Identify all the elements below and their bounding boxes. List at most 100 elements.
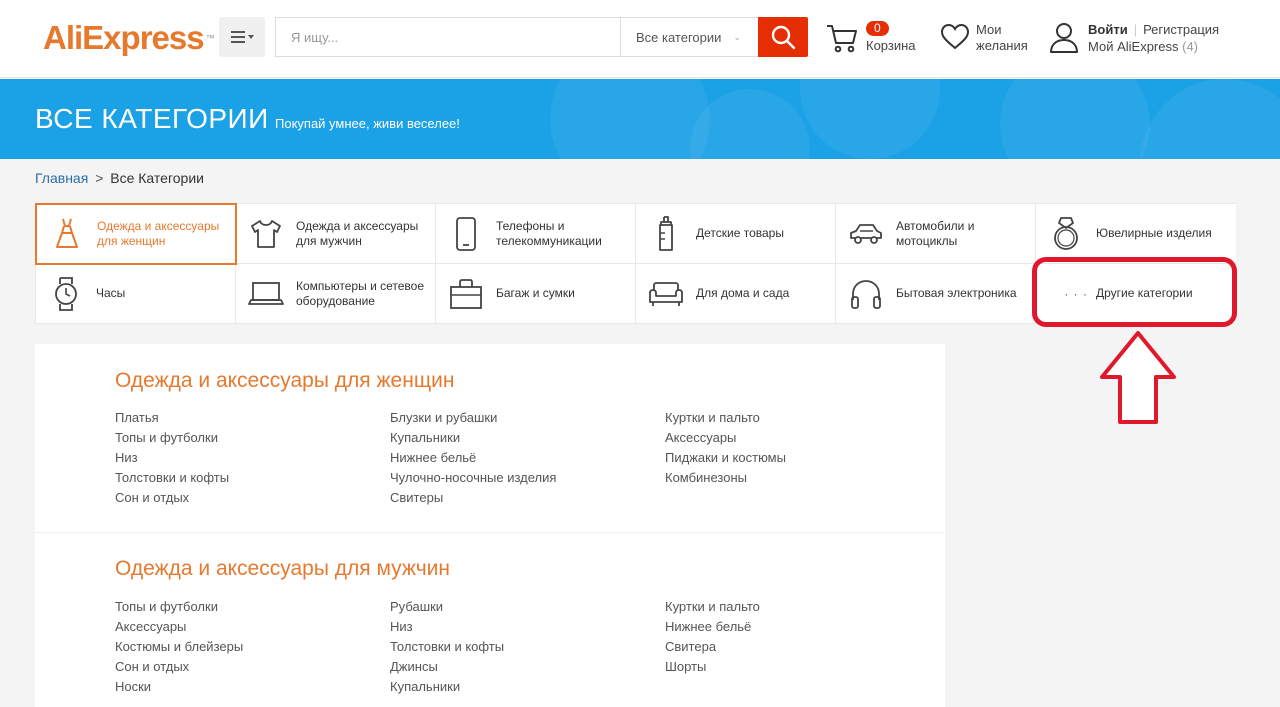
subcategory-link[interactable]: Нижнее бельё xyxy=(665,617,760,637)
subcategory-link[interactable]: Свитеры xyxy=(390,488,556,508)
subcategory-link[interactable]: Рубашки xyxy=(390,597,504,617)
subcategory-link[interactable]: Аксессуары xyxy=(665,428,786,448)
category-home-garden[interactable]: Для дома и сада xyxy=(636,264,836,324)
banner-decoration xyxy=(690,89,810,159)
subcategory-link[interactable]: Топы и футболки xyxy=(115,428,229,448)
cart-label: Корзина xyxy=(866,38,916,53)
car-icon xyxy=(850,223,882,244)
subcategory-link[interactable]: Свитера xyxy=(665,637,760,657)
breadcrumb-separator: > xyxy=(95,170,104,186)
subcategory-link[interactable]: Аксессуары xyxy=(115,617,243,637)
section-title[interactable]: Одежда и аксессуары для мужчин xyxy=(115,557,450,581)
category-label: Одежда и аксессуары для мужчин xyxy=(296,218,419,248)
subcategory-column: Куртки и пальто Аксессуары Пиджаки и кос… xyxy=(665,408,786,488)
section-women-clothing: Одежда и аксессуары для женщин Платья То… xyxy=(35,344,945,532)
my-aliexpress-count: (4) xyxy=(1182,39,1199,54)
chevron-down-icon: ⌄ xyxy=(733,31,741,42)
subcategory-link[interactable]: Комбинезоны xyxy=(665,468,786,488)
search-bar: Все категории ⌄ xyxy=(275,17,758,57)
phone-icon xyxy=(456,216,476,251)
subcategory-column: Платья Топы и футболки Низ Толстовки и к… xyxy=(115,408,229,508)
subcategory-link[interactable]: Носки xyxy=(115,677,243,697)
subcategory-link[interactable]: Низ xyxy=(115,448,229,468)
category-auto[interactable]: Автомобили и мотоциклы xyxy=(836,204,1036,264)
aliexpress-logo[interactable]: AliExpress ™ xyxy=(43,19,215,57)
subcategory-link[interactable]: Нижнее бельё xyxy=(390,448,556,468)
subcategory-link[interactable]: Куртки и пальто xyxy=(665,597,760,617)
search-category-select[interactable]: Все категории ⌄ xyxy=(620,18,758,56)
category-label: Ювелирные изделия xyxy=(1096,226,1212,240)
category-label: Автомобили и мотоциклы xyxy=(896,218,975,248)
category-listing: Одежда и аксессуары для женщин Платья То… xyxy=(35,344,945,707)
category-phones[interactable]: Телефоны и телекоммуникации xyxy=(436,204,636,264)
banner-slogan: Покупай умнее, живи веселее! xyxy=(275,116,460,131)
subcategory-column: Топы и футболки Аксессуары Костюмы и бле… xyxy=(115,597,243,697)
category-luggage[interactable]: Багаж и сумки xyxy=(436,264,636,324)
subcategory-link[interactable]: Костюмы и блейзеры xyxy=(115,637,243,657)
category-electronics[interactable]: Бытовая электроника xyxy=(836,264,1036,324)
baby-bottle-icon xyxy=(659,215,673,251)
subcategory-link[interactable]: Чулочно-носочные изделия xyxy=(390,468,556,488)
subcategory-link[interactable]: Джинсы xyxy=(390,657,504,677)
category-watches[interactable]: Часы xyxy=(36,264,236,324)
ring-icon xyxy=(1054,216,1078,250)
category-label: Одежда и аксессуары для женщин xyxy=(97,219,220,248)
search-icon xyxy=(771,25,796,50)
annotation-up-arrow-icon xyxy=(1100,331,1176,424)
subcategory-link[interactable]: Блузки и рубашки xyxy=(390,408,556,428)
category-jewelry[interactable]: Ювелирные изделия xyxy=(1036,204,1236,264)
subcategory-column: Блузки и рубашки Купальники Нижнее бельё… xyxy=(390,408,556,508)
categories-menu-button[interactable] xyxy=(219,17,265,57)
subcategory-link[interactable]: Купальники xyxy=(390,428,556,448)
site-header: AliExpress™ Все категории ⌄ 0 Корзина xyxy=(0,0,1280,78)
breadcrumb-current: Все Категории xyxy=(110,170,204,186)
page-title: ВСЕ КАТЕГОРИИ xyxy=(35,103,269,134)
sofa-icon xyxy=(649,281,683,306)
subcategory-link[interactable]: Сон и отдых xyxy=(115,657,243,677)
category-label: Бытовая электроника xyxy=(896,286,1017,300)
subcategory-link[interactable]: Топы и футболки xyxy=(115,597,243,617)
bag-icon xyxy=(450,278,482,309)
account-links: Войти | Регистрация xyxy=(1088,22,1220,37)
category-computers[interactable]: Компьютеры и сетевое оборудование xyxy=(236,264,436,324)
wishlist-label: Мои желания xyxy=(976,22,1028,53)
heart-icon xyxy=(940,23,970,50)
cart-count-badge: 0 xyxy=(866,21,889,36)
laptop-icon xyxy=(248,281,284,305)
breadcrumb-home-link[interactable]: Главная xyxy=(35,170,88,186)
watch-icon xyxy=(55,276,77,311)
category-women-clothing[interactable]: Одежда и аксессуары для женщин xyxy=(35,203,237,265)
search-button[interactable] xyxy=(758,17,808,57)
category-men-clothing[interactable]: Одежда и аксессуары для мужчин xyxy=(236,204,436,264)
search-input[interactable] xyxy=(276,18,619,56)
section-title[interactable]: Одежда и аксессуары для женщин xyxy=(115,369,454,393)
user-icon xyxy=(1050,23,1078,53)
subcategory-link[interactable]: Шорты xyxy=(665,657,760,677)
login-link[interactable]: Войти xyxy=(1088,22,1128,37)
section-men-clothing: Одежда и аксессуары для мужчин Топы и фу… xyxy=(35,532,945,707)
banner-decoration xyxy=(1140,79,1280,159)
subcategory-link[interactable]: Толстовки и кофты xyxy=(390,637,504,657)
my-aliexpress-link[interactable]: Мой AliExpress (4) xyxy=(1088,39,1198,54)
category-kids[interactable]: Детские товары xyxy=(636,204,836,264)
banner-decoration xyxy=(550,79,710,159)
annotation-highlight xyxy=(1032,257,1237,327)
subcategory-link[interactable]: Платья xyxy=(115,408,229,428)
subcategory-link[interactable]: Куртки и пальто xyxy=(665,408,786,428)
subcategory-column: Рубашки Низ Толстовки и кофты Джинсы Куп… xyxy=(390,597,504,697)
subcategory-link[interactable]: Пиджаки и костюмы xyxy=(665,448,786,468)
banner-decoration xyxy=(800,79,940,159)
subcategory-link[interactable]: Купальники xyxy=(390,677,504,697)
category-label: Телефоны и телекоммуникации xyxy=(496,218,602,248)
category-label: Детские товары xyxy=(696,226,784,240)
dress-icon xyxy=(56,218,78,248)
banner-decoration xyxy=(1000,79,1150,159)
subcategory-link[interactable]: Толстовки и кофты xyxy=(115,468,229,488)
hamburger-icon xyxy=(231,31,254,43)
subcategory-link[interactable]: Сон и отдых xyxy=(115,488,229,508)
tshirt-icon xyxy=(251,219,281,248)
breadcrumb: Главная > Все Категории xyxy=(35,170,204,186)
register-link[interactable]: Регистрация xyxy=(1143,22,1219,37)
category-label: Для дома и сада xyxy=(696,286,790,300)
subcategory-link[interactable]: Низ xyxy=(390,617,504,637)
